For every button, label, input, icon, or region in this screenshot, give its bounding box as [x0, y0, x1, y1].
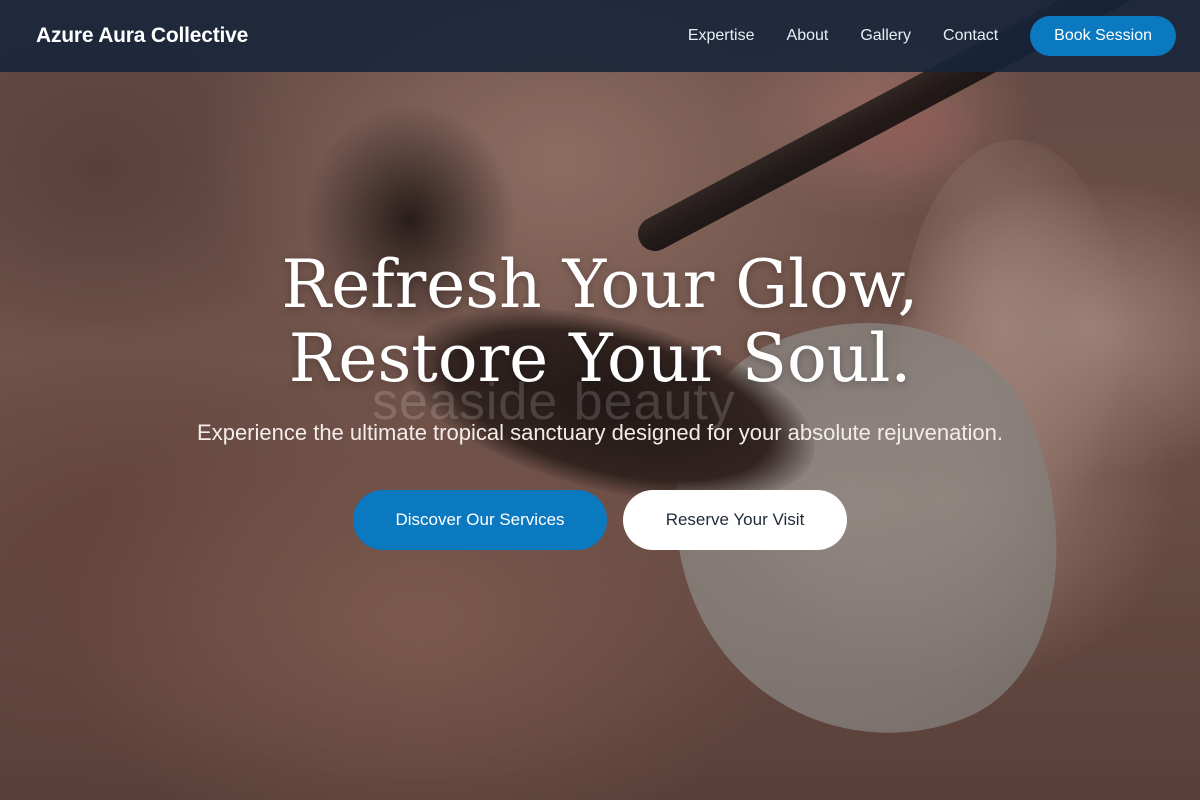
nav-link-expertise[interactable]: Expertise	[688, 27, 755, 45]
brand-logo-text[interactable]: Azure Aura Collective	[36, 24, 248, 48]
nav-links: Expertise About Gallery Contact Book Ses…	[688, 16, 1176, 56]
book-session-button[interactable]: Book Session	[1030, 16, 1176, 56]
reserve-visit-button[interactable]: Reserve Your Visit	[623, 490, 847, 550]
hero-headline: Refresh Your Glow, Restore Your Soul.	[0, 248, 1200, 396]
discover-services-button[interactable]: Discover Our Services	[353, 490, 607, 550]
hero-headline-line-2: Restore Your Soul.	[288, 320, 912, 397]
nav-link-contact[interactable]: Contact	[943, 27, 998, 45]
top-navbar: Azure Aura Collective Expertise About Ga…	[0, 0, 1200, 72]
nav-link-gallery[interactable]: Gallery	[860, 27, 911, 45]
hero-headline-line-1: Refresh Your Glow,	[281, 246, 919, 323]
nav-link-about[interactable]: About	[787, 27, 829, 45]
hero-subheadline: Experience the ultimate tropical sanctua…	[197, 420, 1003, 445]
hero-content: Refresh Your Glow, Restore Your Soul. Ex…	[0, 0, 1200, 800]
hero-button-row: Discover Our Services Reserve Your Visit	[0, 490, 1200, 550]
